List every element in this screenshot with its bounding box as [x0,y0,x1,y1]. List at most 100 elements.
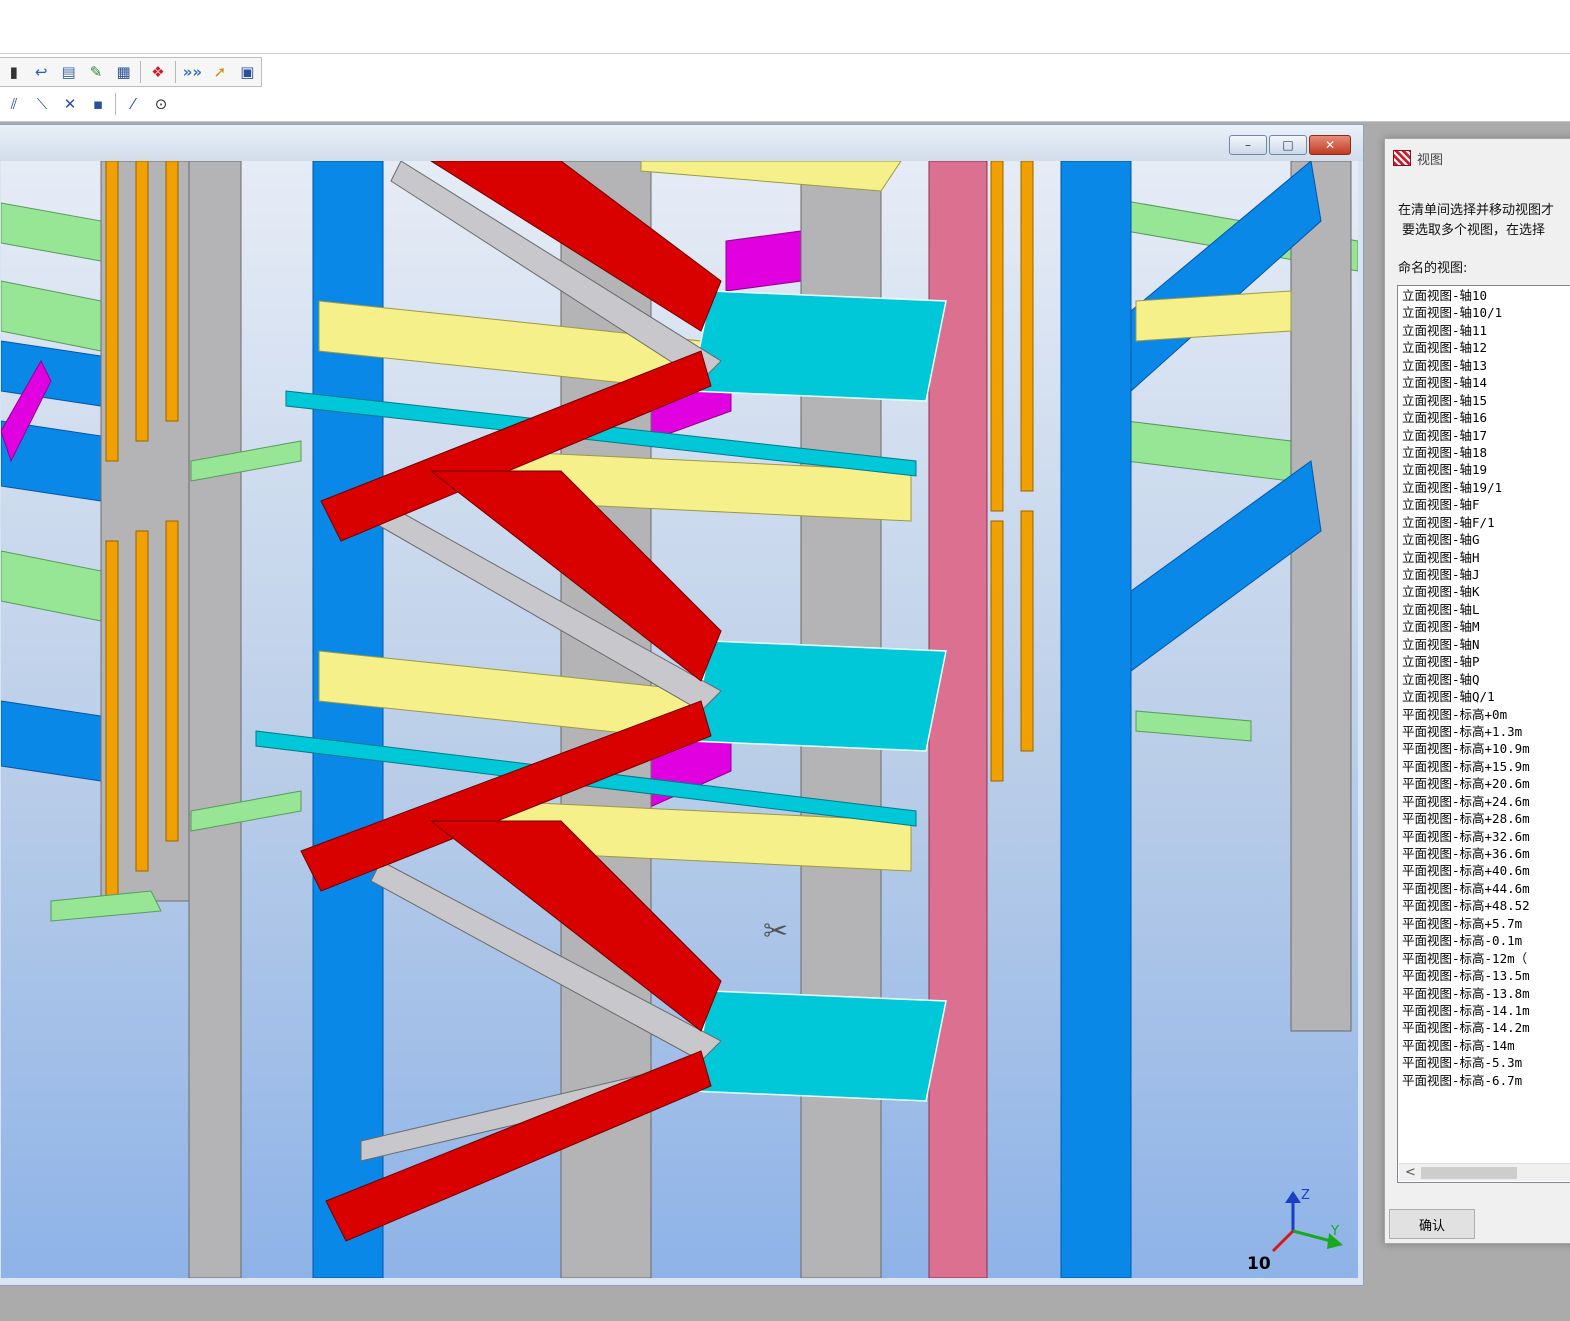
grey-column [188,161,242,1278]
drawing-icon[interactable]: ✎ [83,60,108,84]
snap-intersection-icon[interactable]: ✕ [57,92,83,116]
view-list-item[interactable]: 平面视图-标高-14m [1402,1037,1570,1054]
view-list-item[interactable]: 立面视图-轴M [1402,618,1570,635]
orange-stiffener [135,530,149,872]
maximize-button[interactable]: □ [1269,135,1307,155]
view-list-item[interactable]: 平面视图-标高+1.3m [1402,723,1570,740]
tekla-logo-icon[interactable]: ❖ [145,60,170,84]
view-list-item[interactable]: 立面视图-轴K [1402,583,1570,600]
named-views-list[interactable]: 立面视图-轴10 立面视图-轴10/1 立面视图-轴11 立面视图-轴12 立面视图-轴… [1397,285,1570,1183]
floor-grating [690,290,947,402]
view-list-item[interactable]: 立面视图-轴19 [1402,461,1570,478]
catalog-icon[interactable]: ▣ [235,60,260,84]
view-list-item[interactable]: 平面视图-标高-0.1m [1402,932,1570,949]
view-list-item[interactable]: 立面视图-轴13 [1402,357,1570,374]
view-list-item[interactable]: 立面视图-轴17 [1402,427,1570,444]
view-list-item[interactable]: 平面视图-标高+32.6m [1402,828,1570,845]
named-views-label: 命名的视图: [1398,261,1468,276]
grey-column [1290,161,1352,1032]
view-number-label: 10 [1247,1254,1271,1274]
view-list-item[interactable]: 平面视图-标高-14.2m [1402,1019,1570,1036]
view-list-item[interactable]: 立面视图-轴P [1402,653,1570,670]
view-list-item[interactable]: 平面视图-标高-6.7m [1402,1072,1570,1089]
view-list-item[interactable]: 立面视图-轴11 [1402,322,1570,339]
top-blank-area [0,0,1570,54]
view-list-item[interactable]: 立面视图-轴10 [1402,287,1570,304]
view-list-item[interactable]: 平面视图-标高-13.5m [1402,967,1570,984]
scroll-left-arrow-icon[interactable]: < [1405,1164,1416,1182]
instruction-line: 要选取多个视图，在选择 [1402,223,1546,238]
close-button[interactable]: ✕ [1309,135,1351,155]
orange-stiffener [165,161,179,422]
view-list-item[interactable]: 立面视图-轴H [1402,549,1570,566]
snap-extension-icon[interactable]: ⁄ [120,92,146,116]
view-titlebar: – □ ✕ [0,125,1363,161]
green-bracket [50,890,162,922]
view-list-item[interactable]: 平面视图-标高+0m [1402,706,1570,723]
export-icon[interactable]: ➚ [207,60,232,84]
view-list-item[interactable]: 立面视图-轴15 [1402,392,1570,409]
scissors-cursor-icon: ✂ [763,914,788,949]
blue-beam [1,340,102,407]
properties-icon[interactable]: ▤ [56,60,81,84]
view-list-item[interactable]: 平面视图-标高+40.6m [1402,862,1570,879]
view-list-item[interactable]: 平面视图-标高-14.1m [1402,1002,1570,1019]
horizontal-scrollbar[interactable]: < > [1399,1163,1570,1181]
dialog-title: 视图 [1417,152,1444,168]
view-list-item[interactable]: 立面视图-轴10/1 [1402,304,1570,321]
view-list-item[interactable]: 立面视图-轴14 [1402,374,1570,391]
view-list-item[interactable]: 立面视图-轴16 [1402,409,1570,426]
orange-stiffener [105,540,119,902]
snap-point-icon[interactable]: ▪ [85,92,111,116]
view-list-item[interactable]: 平面视图-标高-13.8m [1402,985,1570,1002]
floor-grating [690,990,947,1102]
view-list-item[interactable]: 立面视图-轴Q/1 [1402,688,1570,705]
scrollbar-thumb[interactable] [1421,1167,1517,1179]
snap-center-icon[interactable]: ⊙ [148,92,174,116]
view-list-item[interactable]: 平面视图-标高+10.9m [1402,740,1570,757]
view-list-item[interactable]: 立面视图-轴12 [1402,339,1570,356]
model-canvas[interactable]: ✂ Z Y 10 [1,161,1358,1278]
dialog-titlebar: 视图 [1393,147,1443,169]
view-list-item[interactable]: 立面视图-轴F [1402,496,1570,513]
view-list-item[interactable]: 平面视图-标高-5.3m [1402,1054,1570,1071]
steel-structure-3d-view[interactable]: ✂ Z Y 10 [1,161,1358,1278]
undo-icon[interactable]: ↩ [28,60,53,84]
view-list-item[interactable]: 平面视图-标高+5.7m [1402,915,1570,932]
view-list-item[interactable]: 平面视图-标高-12m（ [1402,950,1570,967]
view-list-item[interactable]: 平面视图-标高+48.52 [1402,897,1570,914]
report-icon[interactable]: ▦ [111,60,136,84]
view-list-item[interactable]: 立面视图-轴F/1 [1402,514,1570,531]
yellow-beam [640,161,902,192]
axis-z-label: Z [1301,1188,1310,1203]
instruction-line: 在清单间选择并移动视图才 [1398,203,1555,218]
orange-stiffener [105,161,119,462]
view-list-item[interactable]: 平面视图-标高+36.6m [1402,845,1570,862]
open-icon[interactable]: ▮ [1,60,26,84]
axis-y-label: Y [1330,1224,1339,1239]
orange-stiffener [990,161,1004,512]
main-toolbar: ▮ ↩ ▤ ✎ ▦ ❖ »» ➚ ▣ [0,57,262,87]
view-list-item[interactable]: 立面视图-轴Q [1402,671,1570,688]
snap-perpendicular-icon[interactable]: ⟍ [29,92,55,116]
view-list-item[interactable]: 平面视图-标高+20.6m [1402,775,1570,792]
view-list-item[interactable]: 立面视图-轴18 [1402,444,1570,461]
view-list-item[interactable]: 立面视图-轴N [1402,636,1570,653]
magenta-brace [725,230,802,292]
view-list-item[interactable]: 立面视图-轴G [1402,531,1570,548]
view-list-item[interactable]: 平面视图-标高+44.6m [1402,880,1570,897]
toolbar-separator [174,61,176,83]
view-list-item[interactable]: 立面视图-轴J [1402,566,1570,583]
snap-line-icon[interactable]: ⫽ [1,92,27,116]
ok-button[interactable]: 确认 [1389,1209,1475,1239]
macro-icon[interactable]: »» [180,60,205,84]
snap-toolbar: ⫽ ⟍ ✕ ▪ ⁄ ⊙ [0,89,190,119]
view-list-item[interactable]: 平面视图-标高+28.6m [1402,810,1570,827]
minimize-button[interactable]: – [1229,135,1267,155]
green-beam [1,550,102,622]
view-list-item[interactable]: 平面视图-标高+24.6m [1402,793,1570,810]
view-list-item[interactable]: 立面视图-轴L [1402,601,1570,618]
green-beam [1,202,102,262]
view-list-item[interactable]: 立面视图-轴19/1 [1402,479,1570,496]
view-list-item[interactable]: 平面视图-标高+15.9m [1402,758,1570,775]
